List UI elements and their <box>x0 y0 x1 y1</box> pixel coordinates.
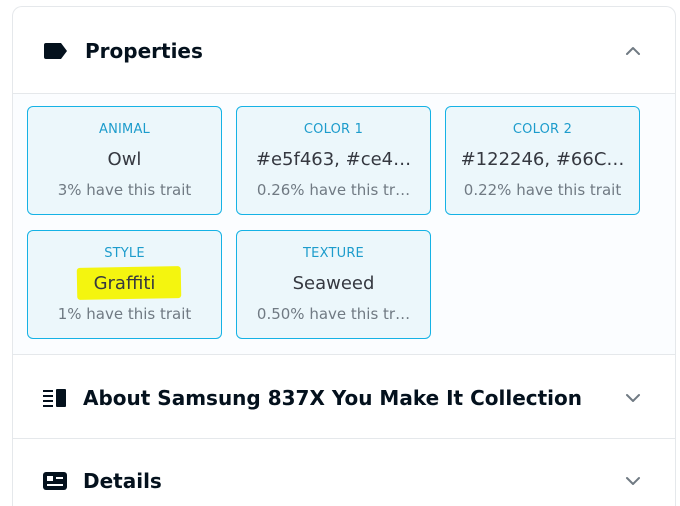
trait-rarity: 0.26% have this tr… <box>256 181 411 199</box>
trait-type: TEXTURE <box>303 246 364 261</box>
details-title: Details <box>83 469 162 493</box>
about-section-header[interactable]: About Samsung 837X You Make It Collectio… <box>13 376 675 420</box>
trait-rarity: 3% have this trait <box>57 181 192 199</box>
trait-value: Graffiti <box>93 273 156 294</box>
list-icon <box>43 388 67 408</box>
trait-rarity: 0.50% have this tr… <box>256 305 411 323</box>
trait-value: Owl <box>107 149 142 170</box>
details-section-header[interactable]: Details <box>13 459 675 503</box>
trait-card-color-1[interactable]: COLOR 1 #e5f463, #ce4… 0.26% have this t… <box>236 106 431 215</box>
trait-value: #122246, #66C… <box>460 149 625 170</box>
trait-card-animal[interactable]: ANIMAL Owl 3% have this trait <box>27 106 222 215</box>
properties-panel: Properties ANIMAL Owl 3% have this trait… <box>12 6 676 506</box>
trait-type: ANIMAL <box>98 122 150 137</box>
card-icon <box>43 471 67 491</box>
trait-value: #e5f463, #ce4… <box>255 149 412 170</box>
chevron-up-icon[interactable] <box>625 43 641 59</box>
chevron-down-icon[interactable] <box>625 390 641 406</box>
trait-type: COLOR 2 <box>512 122 573 137</box>
trait-value: Seaweed <box>292 273 375 294</box>
about-title: About Samsung 837X You Make It Collectio… <box>83 386 583 410</box>
section-divider <box>13 438 675 439</box>
trait-type: COLOR 1 <box>303 122 364 137</box>
properties-title: Properties <box>85 39 203 63</box>
properties-section-header[interactable]: Properties <box>13 29 675 73</box>
tag-icon <box>43 42 69 60</box>
trait-card-color-2[interactable]: COLOR 2 #122246, #66C… 0.22% have this t… <box>445 106 640 215</box>
trait-rarity: 0.22% have this trait <box>463 181 622 199</box>
trait-card-texture[interactable]: TEXTURE Seaweed 0.50% have this tr… <box>236 230 431 339</box>
trait-rarity: 1% have this trait <box>57 305 192 323</box>
trait-type: STYLE <box>104 246 145 261</box>
chevron-down-icon[interactable] <box>625 473 641 489</box>
trait-card-style[interactable]: STYLE Graffiti 1% have this trait <box>27 230 222 339</box>
